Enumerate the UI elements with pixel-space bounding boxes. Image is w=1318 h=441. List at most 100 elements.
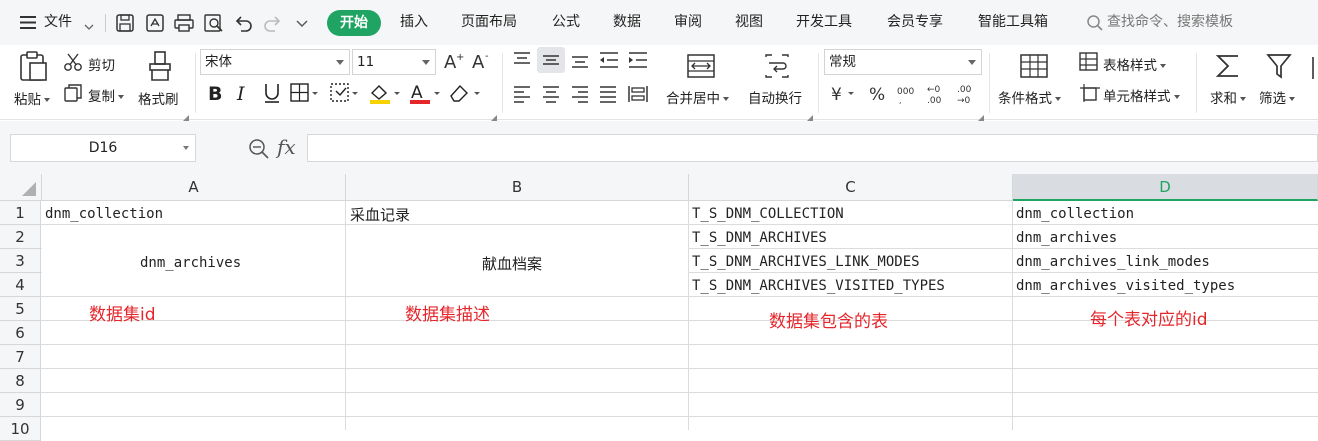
table-style-button[interactable]: 表格样式 xyxy=(1103,54,1166,74)
decrease-decimal-icon[interactable]: .00 →0 xyxy=(956,83,982,109)
undo-icon[interactable] xyxy=(233,13,253,37)
tab-data[interactable]: 数据 xyxy=(613,0,641,45)
cell-d4[interactable]: dnm_archives_visited_types xyxy=(1016,274,1235,298)
align-right-icon[interactable] xyxy=(570,85,590,107)
tab-review[interactable]: 审阅 xyxy=(674,0,702,45)
paste-button[interactable]: 粘贴 xyxy=(14,88,50,108)
column-header-c[interactable]: C xyxy=(689,174,1013,201)
row-header-9[interactable]: 9 xyxy=(0,393,41,417)
gridline xyxy=(41,344,1318,345)
hamburger-menu-icon[interactable] xyxy=(20,16,36,29)
increase-decimal-icon[interactable]: ←0.00 xyxy=(926,83,952,109)
row-header-4[interactable]: 4 xyxy=(0,273,41,297)
paste-icon[interactable] xyxy=(17,50,49,86)
gridline xyxy=(41,416,1318,417)
increase-indent-icon[interactable] xyxy=(627,51,649,73)
tab-start[interactable]: 开始 xyxy=(327,10,381,36)
merge-center-button[interactable]: 合并居中 xyxy=(666,87,729,107)
row-header-3[interactable]: 3 xyxy=(0,249,41,273)
tab-developer[interactable]: 开发工具 xyxy=(796,0,852,45)
increase-font-icon[interactable]: A + xyxy=(443,51,465,75)
fill-pattern-icon[interactable] xyxy=(330,83,360,107)
borders-icon[interactable] xyxy=(290,83,320,107)
tab-formulas[interactable]: 公式 xyxy=(552,0,580,45)
chevron-down-icon[interactable] xyxy=(84,19,94,35)
redo-icon[interactable] xyxy=(263,13,283,37)
tab-page-layout[interactable]: 页面布局 xyxy=(461,0,517,45)
row-header-7[interactable]: 7 xyxy=(0,345,41,369)
cell-b1[interactable]: 采血记录 xyxy=(350,204,410,225)
cell-d1[interactable]: dnm_collection xyxy=(1016,202,1134,226)
underline-icon[interactable] xyxy=(262,82,282,108)
filter-icon xyxy=(1265,52,1293,84)
merge-center-icon xyxy=(686,53,716,83)
print-preview-icon[interactable] xyxy=(203,13,225,37)
gridline xyxy=(1012,201,1013,430)
bold-icon[interactable]: B xyxy=(207,82,225,108)
select-all-corner[interactable] xyxy=(0,174,42,201)
row-header-8[interactable]: 8 xyxy=(0,369,41,393)
cell-a1[interactable]: dnm_collection xyxy=(45,202,163,226)
cell-c1[interactable]: T_S_DNM_COLLECTION xyxy=(692,202,844,226)
conditional-format-button[interactable]: 条件格式 xyxy=(998,87,1061,107)
currency-icon[interactable]: ¥ xyxy=(830,83,856,109)
command-search[interactable]: 查找命令、搜索模板 xyxy=(1107,0,1233,45)
sort-icon[interactable] xyxy=(1308,55,1318,85)
format-painter-button[interactable]: 格式刷 xyxy=(138,88,179,108)
font-size-select[interactable]: 11 xyxy=(352,49,436,75)
row-header-2[interactable]: 2 xyxy=(0,225,41,249)
eraser-icon[interactable] xyxy=(448,82,482,108)
row-header-1[interactable]: 1 xyxy=(0,201,41,225)
search-icon[interactable] xyxy=(1086,14,1104,36)
print-icon[interactable] xyxy=(173,13,195,37)
decrease-indent-icon[interactable] xyxy=(598,51,620,73)
column-header-a[interactable]: A xyxy=(42,174,346,201)
align-center-icon[interactable] xyxy=(541,85,561,107)
cell-d2[interactable]: dnm_archives xyxy=(1016,226,1117,250)
copy-button[interactable]: 复制 xyxy=(88,85,124,105)
annotation-dataset-id: 数据集id xyxy=(89,305,156,325)
font-color-icon[interactable]: A xyxy=(408,82,442,108)
cell-c2[interactable]: T_S_DNM_ARCHIVES xyxy=(692,226,827,250)
export-pdf-icon[interactable] xyxy=(145,13,165,37)
filter-button[interactable]: 筛选 xyxy=(1259,87,1295,107)
decrease-font-icon[interactable]: A- xyxy=(471,51,493,75)
row-header-10[interactable]: 10 xyxy=(0,417,41,441)
italic-icon[interactable]: I xyxy=(236,82,250,108)
name-box[interactable]: D16 xyxy=(10,134,196,162)
font-name-select[interactable]: 宋体 xyxy=(200,49,350,75)
cell-c4[interactable]: T_S_DNM_ARCHIVES_VISITED_TYPES xyxy=(692,274,945,298)
fill-color-icon[interactable] xyxy=(368,82,402,108)
distributed-align-icon[interactable] xyxy=(627,85,649,107)
function-icon[interactable]: fx xyxy=(277,135,296,159)
sum-button[interactable]: 求和 xyxy=(1210,87,1246,107)
wrap-text-button[interactable]: 自动换行 xyxy=(748,87,802,107)
cell-d3[interactable]: dnm_archives_link_modes xyxy=(1016,250,1210,274)
row-header-6[interactable]: 6 xyxy=(0,321,41,345)
cell-c3[interactable]: T_S_DNM_ARCHIVES_LINK_MODES xyxy=(692,250,920,274)
file-menu[interactable]: 文件 xyxy=(44,0,72,45)
formula-input[interactable] xyxy=(307,134,1318,162)
align-middle-icon[interactable] xyxy=(537,47,565,73)
tab-smart-toolbox[interactable]: 智能工具箱 xyxy=(978,0,1048,45)
zoom-icon[interactable] xyxy=(248,138,270,164)
align-left-icon[interactable] xyxy=(512,85,532,107)
tab-insert[interactable]: 插入 xyxy=(400,0,428,45)
tab-member[interactable]: 会员专享 xyxy=(887,0,943,45)
cut-button[interactable]: 剪切 xyxy=(88,54,115,74)
thousands-separator-icon[interactable]: 000, xyxy=(897,85,921,109)
row-header-5[interactable]: 5 xyxy=(0,297,41,321)
save-icon[interactable] xyxy=(115,13,135,37)
separator xyxy=(502,53,503,113)
justify-icon[interactable] xyxy=(598,85,618,107)
column-header-b[interactable]: B xyxy=(346,174,689,201)
align-top-icon[interactable] xyxy=(512,51,532,73)
align-bottom-icon[interactable] xyxy=(570,51,590,73)
number-format-select[interactable]: 常规 xyxy=(824,49,982,75)
tab-view[interactable]: 视图 xyxy=(735,0,763,45)
percent-icon[interactable]: % xyxy=(868,83,888,109)
column-header-d[interactable]: D xyxy=(1013,174,1318,201)
cell-style-button[interactable]: 单元格样式 xyxy=(1103,85,1180,105)
customize-toolbar-icon[interactable] xyxy=(296,17,308,33)
separator xyxy=(818,53,819,113)
